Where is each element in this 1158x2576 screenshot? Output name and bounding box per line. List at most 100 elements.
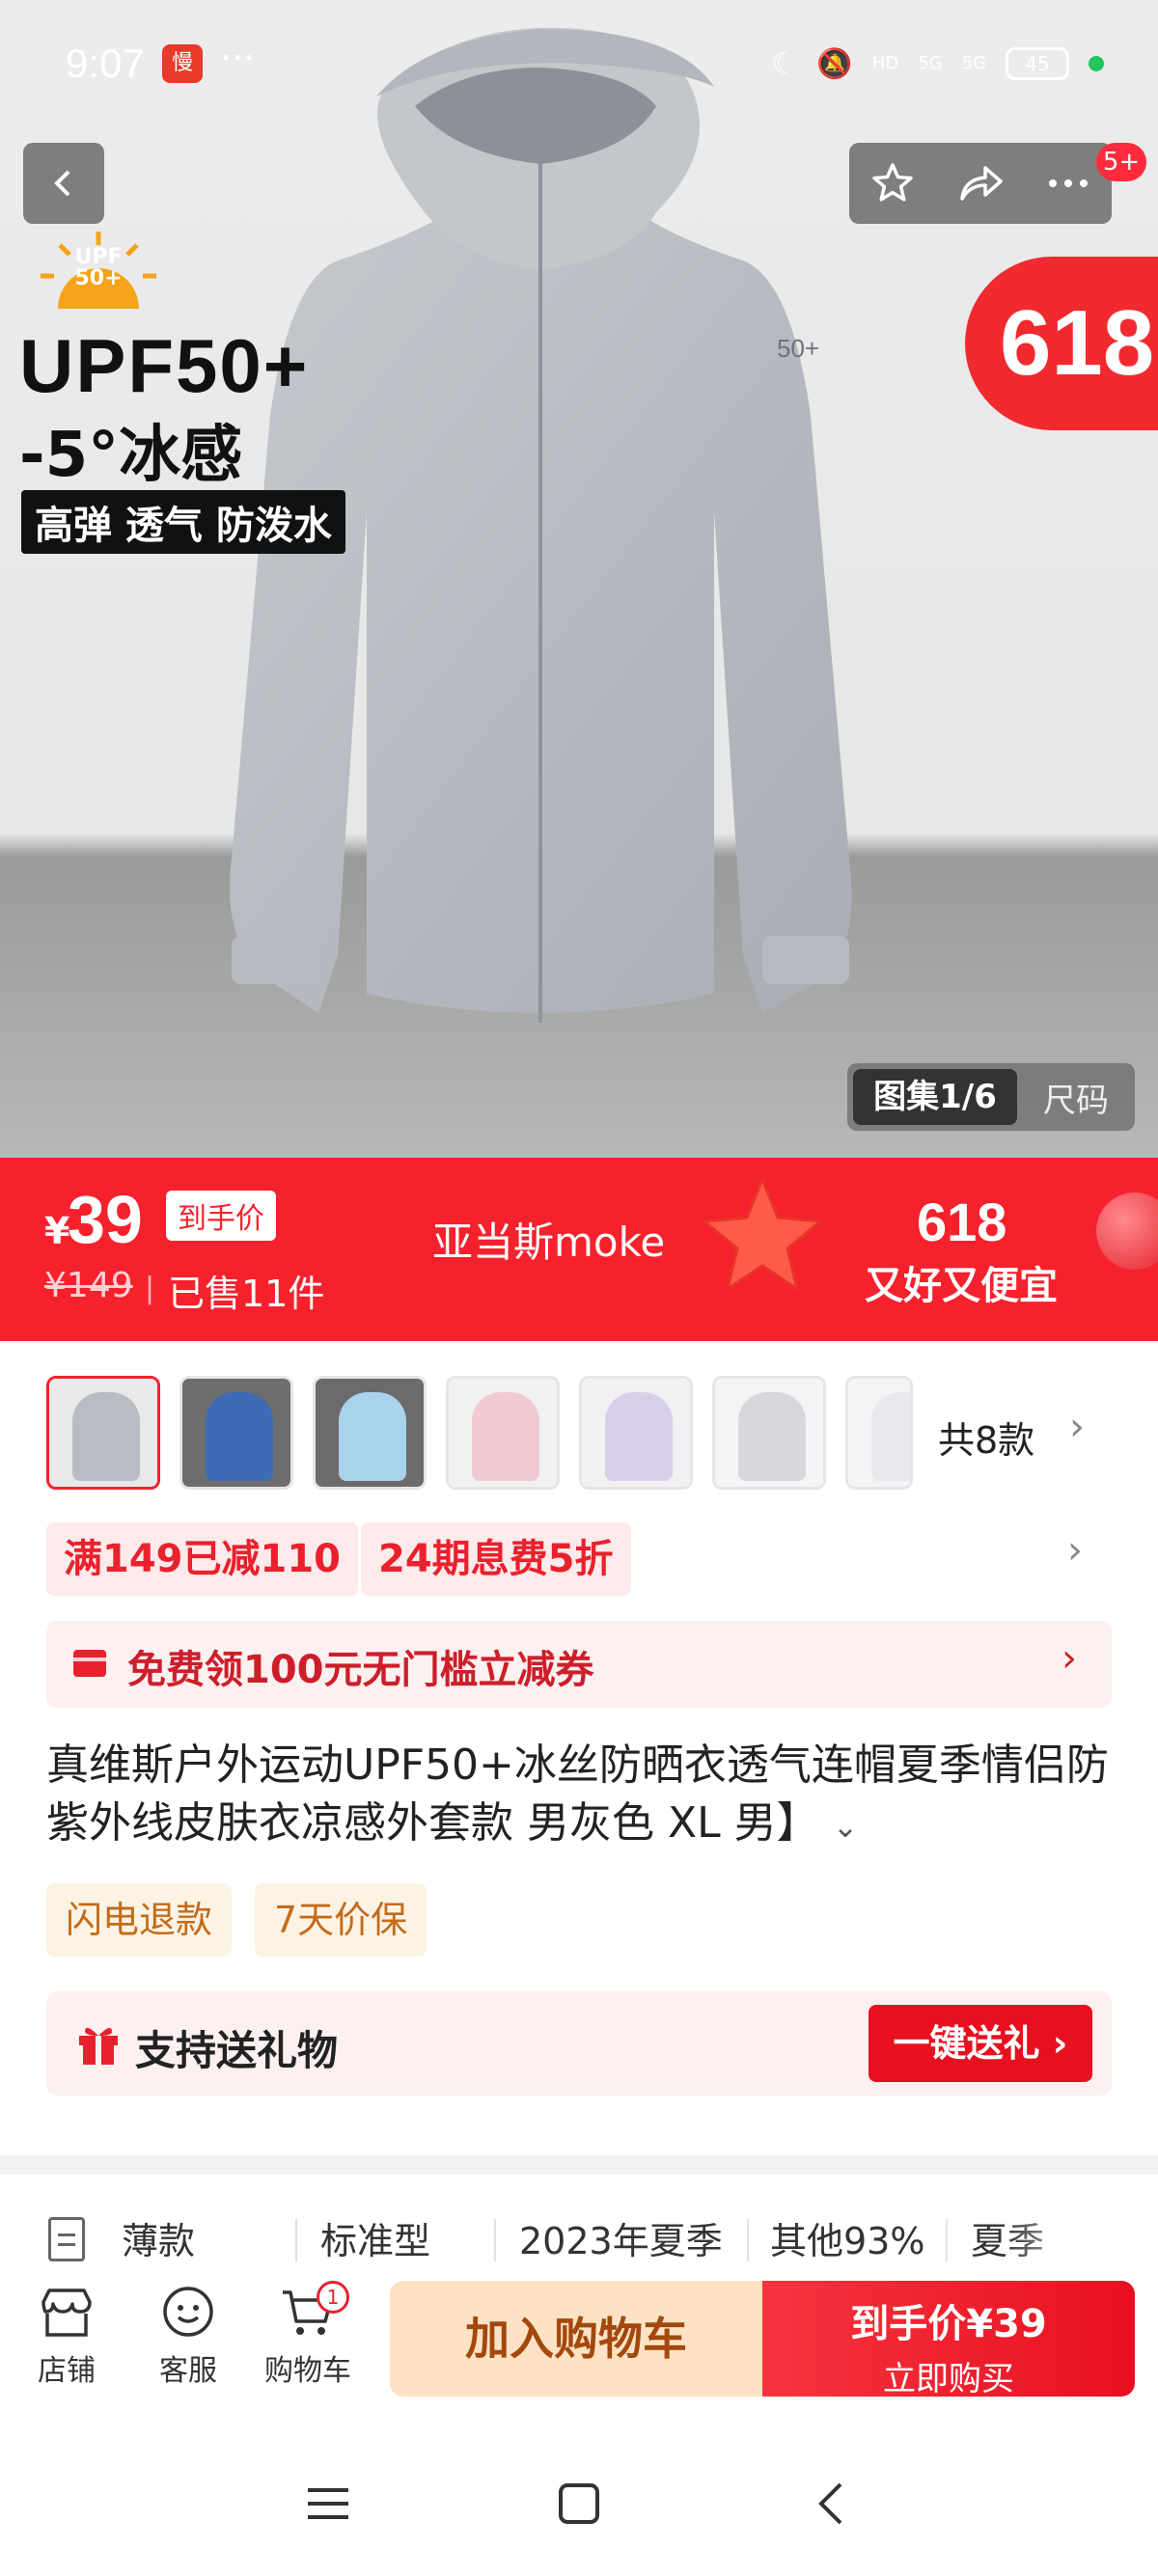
- star-decoration-icon: [703, 1177, 822, 1291]
- chevron-right-icon: ›: [1062, 1636, 1077, 1681]
- home-nav-button[interactable]: [540, 2470, 618, 2537]
- variant-thumbnail[interactable]: [845, 1376, 913, 1490]
- document-icon: [48, 2217, 85, 2261]
- variant-thumbnail[interactable]: [179, 1376, 293, 1490]
- gift-bar: 支持送礼物 一键送礼 ›: [46, 1991, 1112, 2096]
- status-indicators: ☾ 🔕 HD 5G 5G 45: [772, 42, 1104, 85]
- variant-count[interactable]: 共8款: [938, 1411, 1034, 1464]
- signal-icon: 5G: [918, 53, 943, 73]
- back-button[interactable]: [23, 143, 104, 224]
- status-time: 9:07: [66, 41, 145, 86]
- privacy-dot-icon: [1089, 56, 1104, 71]
- share-button[interactable]: [942, 143, 1019, 224]
- system-navigation-bar: [0, 2431, 1158, 2576]
- section-divider: [0, 2155, 1158, 2175]
- price-tag: 到手价: [166, 1191, 276, 1241]
- cart-button[interactable]: 1 购物车: [255, 2279, 361, 2395]
- product-title[interactable]: 真维斯户外运动UPF50+冰丝防晒衣透气连帽夏季情侣防紫外线皮肤衣凉感外套款 男…: [46, 1737, 1117, 1855]
- notification-badge: 5+: [1096, 143, 1146, 181]
- promo-slogan: 又好又便宜: [865, 1264, 1058, 1308]
- back-arrow-icon: [54, 170, 70, 197]
- variant-jacket-shape: [72, 1392, 140, 1481]
- discount-coupon[interactable]: 满149已减110: [46, 1522, 358, 1596]
- share-icon: [960, 166, 1003, 201]
- variant-thumbnail[interactable]: [446, 1376, 560, 1490]
- sold-count: 已售11件: [168, 1273, 325, 1315]
- chevron-right-icon[interactable]: ›: [1067, 1528, 1083, 1573]
- buy-now-button[interactable]: 到手价¥39 立即购买: [762, 2281, 1135, 2398]
- variant-jacket-shape: [472, 1392, 539, 1481]
- variant-jacket-shape: [605, 1392, 673, 1481]
- star-icon: [872, 163, 914, 202]
- home-square-icon: [559, 2483, 599, 2524]
- variant-thumbnail[interactable]: [46, 1376, 160, 1490]
- spec-row[interactable]: 薄款 标准型 2023年夏季 其他93% 夏季: [0, 2200, 1158, 2273]
- menu-nav-button[interactable]: [290, 2470, 367, 2537]
- variant-jacket-shape: [871, 1392, 910, 1481]
- store-icon: [41, 2288, 92, 2337]
- more-icon: [1048, 179, 1088, 187]
- service-label: 客服: [159, 2354, 217, 2388]
- moon-icon: ☾: [771, 46, 798, 81]
- service-tag: 闪电退款: [46, 1883, 233, 1957]
- hd-icon: HD: [871, 53, 899, 73]
- tab-size[interactable]: 尺码: [1017, 1074, 1135, 1121]
- divider: |: [145, 1272, 155, 1305]
- price-banner: ¥ 39 到手价 ¥149 | 已售11件 亚当斯moke 618 又好又便宜: [0, 1158, 1158, 1341]
- voucher-banner[interactable]: 免费领100元无门槛立减券 ›: [46, 1621, 1112, 1708]
- spec-item: 其他93%: [770, 2220, 925, 2262]
- divider: [494, 2219, 496, 2261]
- feature-tags: 高弹 透气 防泼水: [21, 490, 345, 554]
- shop-label: 店铺: [38, 2354, 96, 2388]
- installment-coupon[interactable]: 24期息费5折: [361, 1522, 631, 1596]
- hero-title: UPF50+: [19, 323, 310, 408]
- spec-item: 2023年夏季: [519, 2220, 723, 2262]
- shop-button[interactable]: 店铺: [14, 2279, 120, 2395]
- chevron-down-icon[interactable]: ⌄: [833, 1808, 859, 1845]
- customer-service-button[interactable]: 客服: [135, 2279, 241, 2395]
- variant-thumbnail[interactable]: [579, 1376, 693, 1490]
- menu-icon: [308, 2488, 348, 2519]
- voucher-text: 免费领100元无门槛立减券: [127, 1648, 594, 1692]
- product-hero-image[interactable]: 50+ 9:07 慢 ··· ☾ 🔕 HD 5G 5G 45 5+ 618 UP…: [0, 0, 1158, 1158]
- buy-price-label: 到手价¥39: [850, 2302, 1047, 2346]
- send-gift-button[interactable]: 一键送礼 ›: [868, 2005, 1092, 2082]
- promo-618-label: 618: [917, 1192, 1007, 1252]
- add-to-cart-button[interactable]: 加入购物车: [390, 2281, 762, 2397]
- cart-count-badge: 1: [317, 2281, 349, 2314]
- price-currency: ¥: [44, 1210, 70, 1252]
- svg-text:50+: 50+: [777, 334, 819, 363]
- fade-overlay: [1004, 2200, 1158, 2273]
- original-price: ¥149: [44, 1266, 133, 1305]
- product-title-text: 真维斯户外运动UPF50+冰丝防晒衣透气连帽夏季情侣防紫外线皮肤衣凉感外套款 男…: [46, 1740, 1109, 1848]
- hero-subtitle: -5°冰感: [19, 420, 243, 491]
- signal-icon: 5G: [961, 53, 986, 73]
- chevron-right-icon[interactable]: ›: [1069, 1405, 1085, 1449]
- spec-item: 薄款: [122, 2220, 196, 2262]
- upf-badge: UPF 50+: [74, 245, 123, 290]
- divider: [295, 2219, 297, 2261]
- divider: [747, 2219, 749, 2261]
- battery-icon: 45: [1006, 47, 1069, 80]
- buy-now-label: 立即购买: [883, 2360, 1014, 2398]
- spec-item: 标准型: [320, 2220, 431, 2262]
- variant-jacket-shape: [339, 1392, 406, 1481]
- variant-thumbnail[interactable]: [313, 1376, 427, 1490]
- shop-name[interactable]: 亚当斯moke: [432, 1210, 665, 1269]
- cart-label: 购物车: [264, 2354, 351, 2388]
- chat-icon: [163, 2287, 213, 2337]
- variant-jacket-shape: [738, 1392, 806, 1481]
- back-nav-button[interactable]: [791, 2470, 868, 2537]
- status-bar: 9:07 慢 ··· ☾ 🔕 HD 5G 5G 45: [0, 0, 1158, 125]
- final-price: 39: [68, 1182, 143, 1257]
- variant-jacket-shape: [206, 1392, 273, 1481]
- gallery-tabs: 图集1/6 尺码: [847, 1063, 1135, 1131]
- variant-selector: 共8款 ›: [46, 1376, 1112, 1494]
- coupon-row: 满149已减110 24期息费5折 ›: [46, 1522, 1112, 1596]
- balloon-decoration: [1096, 1192, 1158, 1270]
- divider: [946, 2219, 948, 2261]
- variant-thumbnail[interactable]: [712, 1376, 826, 1490]
- tab-gallery[interactable]: 图集1/6: [853, 1069, 1017, 1125]
- more-button[interactable]: [1030, 143, 1107, 224]
- favorite-button[interactable]: [854, 143, 931, 224]
